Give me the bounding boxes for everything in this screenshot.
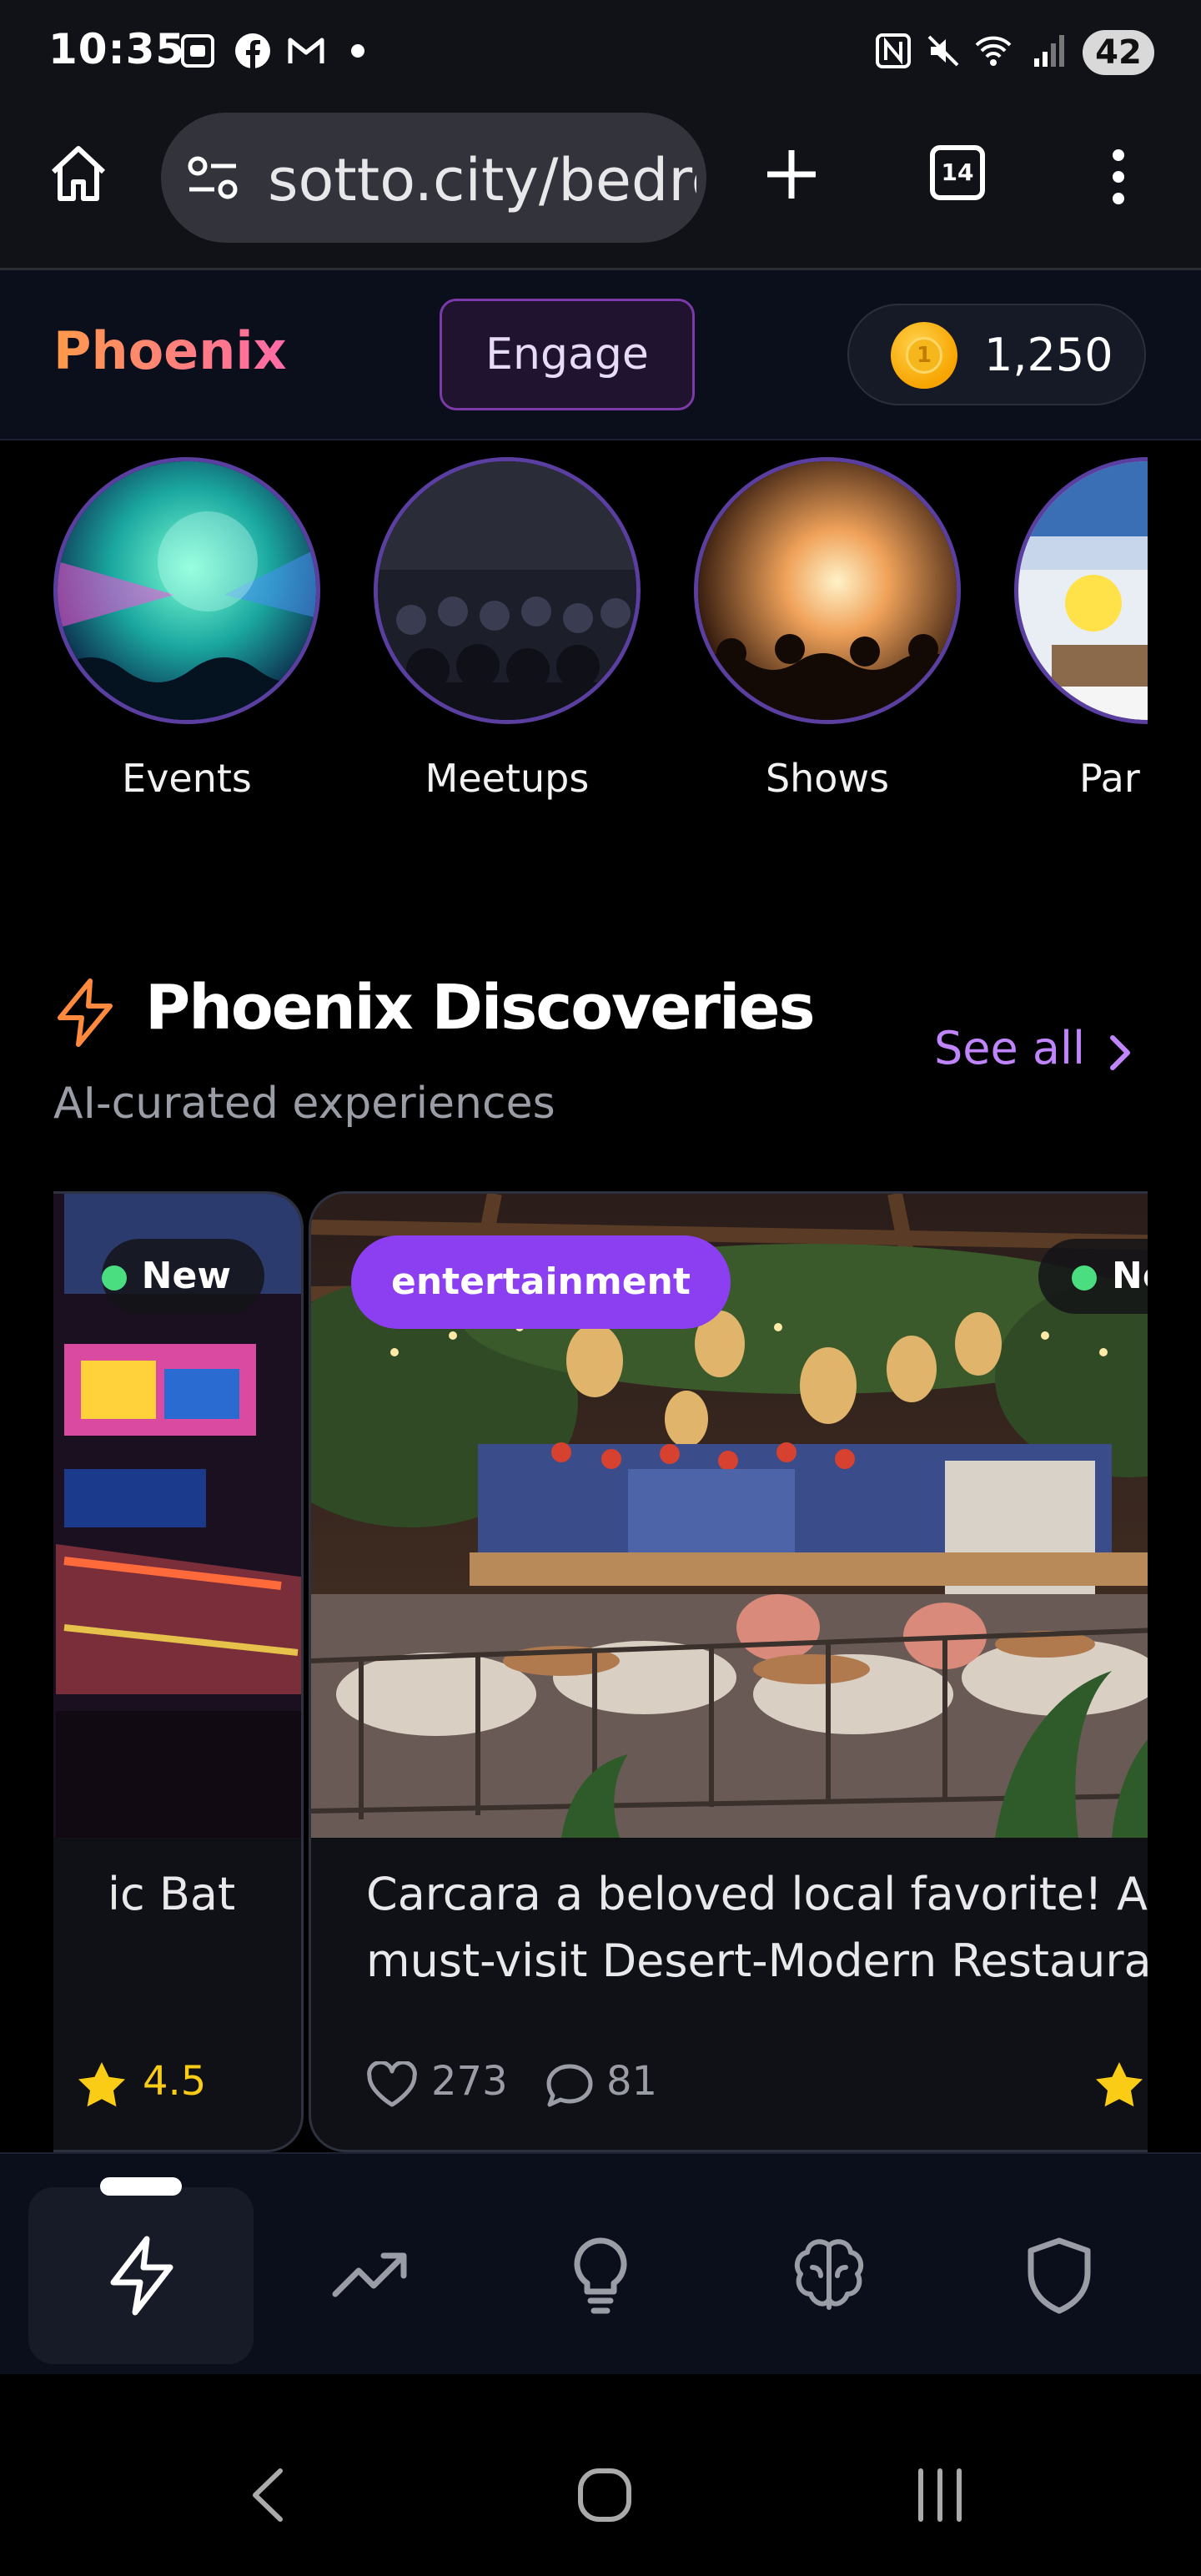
category-meetups-label[interactable]: Meetups <box>374 756 641 801</box>
card-title[interactable]: ic Bat <box>108 1861 235 1928</box>
shield-icon[interactable] <box>1018 2234 1101 2317</box>
home-circle-icon[interactable] <box>575 2466 634 2524</box>
bottom-nav <box>0 2152 1201 2374</box>
url-text[interactable]: sotto.city/bedrc <box>268 146 696 214</box>
wifi-icon <box>975 36 1012 66</box>
url-bar[interactable]: sotto.city/bedrc <box>161 113 706 243</box>
android-nav-bar <box>0 2414 1201 2576</box>
star-icon <box>78 2062 125 2107</box>
category-events-image[interactable] <box>53 457 320 724</box>
coin-balance[interactable]: 1 1,250 <box>847 304 1146 405</box>
status-time: 10:35 <box>48 25 186 73</box>
category-parties-image[interactable] <box>1014 457 1148 724</box>
nav-handle <box>100 2177 182 2196</box>
dot-icon <box>351 44 364 58</box>
app-header: Phoenix Engage 1 1,250 <box>0 270 1201 440</box>
screenshot-icon <box>181 34 214 68</box>
category-shows-label[interactable]: Shows <box>694 756 961 801</box>
lightning-icon <box>58 979 113 1047</box>
facebook-icon <box>235 33 270 68</box>
star-icon <box>1096 2062 1143 2107</box>
chevron-right-icon[interactable] <box>1106 1033 1136 1073</box>
comment-icon[interactable] <box>545 2061 595 2110</box>
category-badge[interactable]: entertainment <box>351 1235 731 1329</box>
status-bar: 10:35 42 <box>0 0 1201 104</box>
section-title: Phoenix Discoveries <box>145 972 816 1044</box>
see-all-link[interactable]: See all <box>934 1022 1085 1074</box>
new-badge: New <box>101 1239 264 1314</box>
category-parties-clip <box>1014 457 1148 724</box>
discovery-card[interactable]: New ic Bat 4.5 <box>53 1191 304 2152</box>
site-settings-icon[interactable] <box>186 154 239 201</box>
signal-icon <box>1034 35 1064 67</box>
category-shows-image[interactable] <box>694 457 961 724</box>
new-badge: Ne <box>1038 1239 1148 1314</box>
section-subtitle: AI-curated experiences <box>53 1079 555 1129</box>
coin-count: 1,250 <box>984 329 1113 381</box>
nav-lightning-icon[interactable] <box>100 2234 183 2317</box>
home-icon[interactable] <box>47 142 110 205</box>
battery-level: 42 <box>1083 30 1154 75</box>
discovery-card[interactable]: entertainment Ne Carcara a beloved local… <box>309 1191 1148 2152</box>
trending-icon[interactable] <box>329 2234 412 2317</box>
gmail-icon <box>288 38 324 63</box>
engage-button[interactable]: Engage <box>440 299 695 410</box>
back-icon[interactable] <box>247 2466 289 2524</box>
card-title-line-1[interactable]: Carcara a beloved local favorite! A <box>366 1861 1148 1928</box>
card-rating: 4.5 <box>143 2058 207 2105</box>
category-parties-label[interactable]: Par <box>1014 756 1148 801</box>
comments-count: 81 <box>606 2058 658 2105</box>
likes-count: 273 <box>431 2058 508 2105</box>
card-title-line-2[interactable]: must-visit Desert-Modern Restaura <box>366 1928 1148 1995</box>
status-dot <box>1072 1265 1097 1291</box>
nfc-icon <box>876 33 911 68</box>
more-icon[interactable] <box>1106 147 1131 207</box>
heart-icon[interactable] <box>366 2061 418 2108</box>
lightbulb-icon[interactable] <box>559 2234 642 2317</box>
category-meetups-image[interactable] <box>374 457 641 724</box>
tabs-button[interactable]: 14 <box>930 145 985 200</box>
coin-icon: 1 <box>891 322 957 389</box>
status-dot <box>101 1265 127 1291</box>
brain-icon[interactable] <box>787 2234 871 2317</box>
recents-icon[interactable] <box>912 2466 967 2524</box>
mute-icon <box>927 35 959 67</box>
new-tab-icon[interactable] <box>762 145 821 204</box>
discoveries-carousel[interactable]: New ic Bat 4.5 entertainment N Carcara a… <box>53 1185 1148 2161</box>
category-events-label[interactable]: Events <box>53 756 320 801</box>
brand-title[interactable]: Phoenix <box>53 320 287 381</box>
